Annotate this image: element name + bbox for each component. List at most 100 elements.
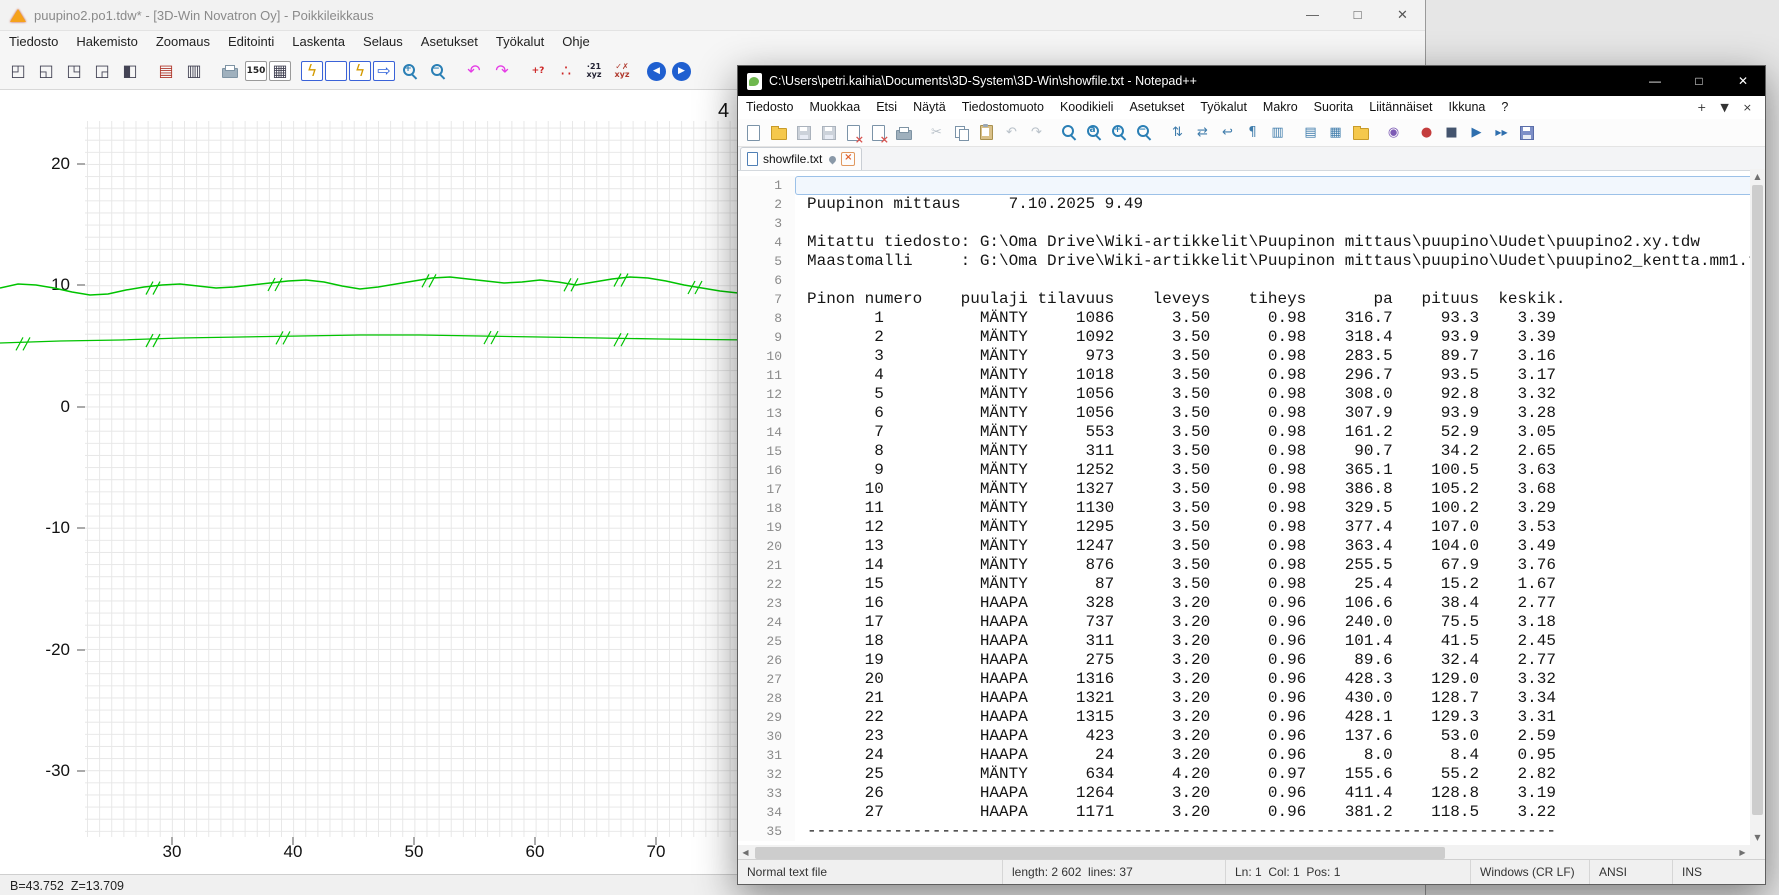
editor-line-text[interactable]: 1 MÄNTY 1086 3.50 0.98 316.7 93.3 3.39: [795, 309, 1765, 328]
copy-icon[interactable]: [950, 122, 973, 144]
editor-line-34[interactable]: 34 27 HAAPA 1171 3.20 0.96 381.2 118.5 3…: [738, 803, 1765, 822]
editor-line-text[interactable]: Mitattu tiedosto: G:\Oma Drive\Wiki-arti…: [795, 233, 1765, 252]
line-number[interactable]: 8: [738, 309, 795, 328]
line-number[interactable]: 2: [738, 195, 795, 214]
monitoring-icon[interactable]: ◉: [1382, 122, 1405, 144]
next-element-icon[interactable]: ▶: [672, 62, 691, 81]
panel-close-button[interactable]: ×: [1736, 101, 1759, 114]
menu-item-ty-kalut[interactable]: Työkalut: [487, 31, 553, 53]
editor-line-text[interactable]: Maastomalli : G:\Oma Drive\Wiki-artikkel…: [795, 252, 1765, 271]
window-cross-section-icon[interactable]: ◲: [89, 58, 115, 84]
editor-line-text[interactable]: 13 MÄNTY 1247 3.50 0.98 363.4 104.0 3.49: [795, 537, 1765, 556]
tab-list-button[interactable]: ▼: [1713, 101, 1735, 114]
window-cascade-icon[interactable]: ◱: [33, 58, 59, 84]
undo-icon[interactable]: ↶: [1000, 122, 1023, 144]
redo-icon[interactable]: ↷: [1025, 122, 1048, 144]
editor-line-22[interactable]: 22 15 MÄNTY 87 3.50 0.98 25.4 15.2 1.67: [738, 575, 1765, 594]
menu-item-suorita[interactable]: Suorita: [1306, 96, 1362, 119]
menu-item-hakemisto[interactable]: Hakemisto: [67, 31, 146, 53]
editor-line-26[interactable]: 26 19 HAAPA 275 3.20 0.96 89.6 32.4 2.77: [738, 651, 1765, 670]
editor-line-7[interactable]: 7Pinon numero puulaji tilavuus leveys ti…: [738, 290, 1765, 309]
editor-line-1[interactable]: 1: [738, 176, 1765, 195]
editor-line-2[interactable]: 2Puupinon mittaus 7.10.2025 9.49: [738, 195, 1765, 214]
menu-item-koodikieli[interactable]: Koodikieli: [1052, 96, 1122, 119]
menu-item-tiedostomuoto[interactable]: Tiedostomuoto: [954, 96, 1052, 119]
editor-line-text[interactable]: 15 MÄNTY 87 3.50 0.98 25.4 15.2 1.67: [795, 575, 1765, 594]
editor-line-text[interactable]: 7 MÄNTY 553 3.50 0.98 161.2 52.9 3.05: [795, 423, 1765, 442]
line-number[interactable]: 29: [738, 708, 795, 727]
replace-icon[interactable]: a: [1083, 122, 1106, 144]
status-insert-mode[interactable]: INS: [1672, 860, 1765, 884]
editor-line-text[interactable]: 22 HAAPA 1315 3.20 0.96 428.1 129.3 3.31: [795, 708, 1765, 727]
macro-stop-icon[interactable]: ■: [1440, 122, 1463, 144]
line-number[interactable]: 21: [738, 556, 795, 575]
close-all-icon[interactable]: [867, 122, 890, 144]
scroll-up-icon[interactable]: ▲: [1750, 169, 1765, 184]
open-file-icon[interactable]: [767, 122, 790, 144]
macro-record-icon[interactable]: ●: [1415, 122, 1438, 144]
editor-line-text[interactable]: 16 HAAPA 328 3.20 0.96 106.6 38.4 2.77: [795, 594, 1765, 613]
editor-line-text[interactable]: 17 HAAPA 737 3.20 0.96 240.0 75.5 3.18: [795, 613, 1765, 632]
text-editor[interactable]: 12Puupinon mittaus 7.10.2025 9.4934Mitat…: [738, 171, 1765, 847]
editor-line-text[interactable]: 9 MÄNTY 1252 3.50 0.98 365.1 100.5 3.63: [795, 461, 1765, 480]
editor-line-31[interactable]: 31 24 HAAPA 24 3.20 0.96 8.0 8.4 0.95: [738, 746, 1765, 765]
line-number[interactable]: 11: [738, 366, 795, 385]
editor-line-27[interactable]: 27 20 HAAPA 1316 3.20 0.96 428.3 129.0 3…: [738, 670, 1765, 689]
line-number[interactable]: 25: [738, 632, 795, 651]
notepad-minimize-button[interactable]: —: [1633, 66, 1677, 96]
editor-line-text[interactable]: 12 MÄNTY 1295 3.50 0.98 377.4 107.0 3.53: [795, 518, 1765, 537]
previous-element-icon[interactable]: ◀: [647, 62, 666, 81]
line-number[interactable]: 1: [738, 176, 795, 195]
editor-line-text[interactable]: Pinon numero puulaji tilavuus leveys tih…: [795, 290, 1765, 309]
save-all-icon[interactable]: [817, 122, 840, 144]
line-number[interactable]: 15: [738, 442, 795, 461]
word-wrap-icon[interactable]: ↩: [1216, 122, 1239, 144]
editor-line-text[interactable]: 21 HAAPA 1321 3.20 0.96 430.0 128.7 3.34: [795, 689, 1765, 708]
line-number[interactable]: 30: [738, 727, 795, 746]
editor-line-24[interactable]: 24 17 HAAPA 737 3.20 0.96 240.0 75.5 3.1…: [738, 613, 1765, 632]
sync-horizontal-icon[interactable]: ⇄: [1191, 122, 1214, 144]
line-number[interactable]: 24: [738, 613, 795, 632]
line-number[interactable]: 26: [738, 651, 795, 670]
vertical-scrollbar[interactable]: ▲ ▼: [1750, 169, 1765, 845]
line-number[interactable]: 12: [738, 385, 795, 404]
document-map-icon[interactable]: ▤: [1299, 122, 1322, 144]
editor-line-5[interactable]: 5Maastomalli : G:\Oma Drive\Wiki-artikke…: [738, 252, 1765, 271]
menu-item-selaus[interactable]: Selaus: [354, 31, 412, 53]
line-number[interactable]: 3: [738, 214, 795, 233]
line-number[interactable]: 35: [738, 822, 795, 841]
editor-line-10[interactable]: 10 3 MÄNTY 973 3.50 0.98 283.5 89.7 3.16: [738, 347, 1765, 366]
find-icon[interactable]: [1058, 122, 1081, 144]
line-number[interactable]: 16: [738, 461, 795, 480]
editor-line-text[interactable]: 14 MÄNTY 876 3.50 0.98 255.5 67.9 3.76: [795, 556, 1765, 575]
editor-line-32[interactable]: 32 25 MÄNTY 634 4.20 0.97 155.6 55.2 2.8…: [738, 765, 1765, 784]
notepad-maximize-button[interactable]: □: [1677, 66, 1721, 96]
notepad-close-button[interactable]: ✕: [1721, 66, 1765, 96]
editor-line-12[interactable]: 12 5 MÄNTY 1056 3.50 0.98 308.0 92.8 3.3…: [738, 385, 1765, 404]
line-number[interactable]: 13: [738, 404, 795, 423]
zoom-previous-icon[interactable]: ϟ: [349, 61, 371, 81]
pin-icon[interactable]: [828, 154, 838, 164]
new-file-icon[interactable]: [742, 122, 765, 144]
zoom-in-icon[interactable]: +: [1108, 122, 1131, 144]
horizontal-scroll-thumb[interactable]: [755, 847, 1445, 859]
file-open-icon[interactable]: ▤: [153, 58, 179, 84]
line-number[interactable]: 7: [738, 290, 795, 309]
line-number[interactable]: 32: [738, 765, 795, 784]
editor-line-14[interactable]: 14 7 MÄNTY 553 3.50 0.98 161.2 52.9 3.05: [738, 423, 1765, 442]
menu-item-laskenta[interactable]: Laskenta: [283, 31, 354, 53]
line-number[interactable]: 14: [738, 423, 795, 442]
menu-item-tiedosto[interactable]: Tiedosto: [738, 96, 801, 119]
sheet-settings-icon[interactable]: ▦: [269, 61, 291, 81]
editor-line-text[interactable]: 11 MÄNTY 1130 3.50 0.98 329.5 100.2 3.29: [795, 499, 1765, 518]
editor-line-text[interactable]: [795, 271, 1765, 290]
menu-item-ty-kalut[interactable]: Työkalut: [1192, 96, 1255, 119]
editor-line-18[interactable]: 18 11 MÄNTY 1130 3.50 0.98 329.5 100.2 3…: [738, 499, 1765, 518]
zoom-in-icon[interactable]: +: [397, 58, 423, 84]
menu-item-asetukset[interactable]: Asetukset: [412, 31, 487, 53]
editor-line-25[interactable]: 25 18 HAAPA 311 3.20 0.96 101.4 41.5 2.4…: [738, 632, 1765, 651]
menu-item-ikkuna[interactable]: Ikkuna: [1441, 96, 1494, 119]
editor-line-text[interactable]: 4 MÄNTY 1018 3.50 0.98 296.7 93.5 3.17: [795, 366, 1765, 385]
save-file-icon[interactable]: [792, 122, 815, 144]
status-eol-format[interactable]: Windows (CR LF): [1470, 860, 1589, 884]
